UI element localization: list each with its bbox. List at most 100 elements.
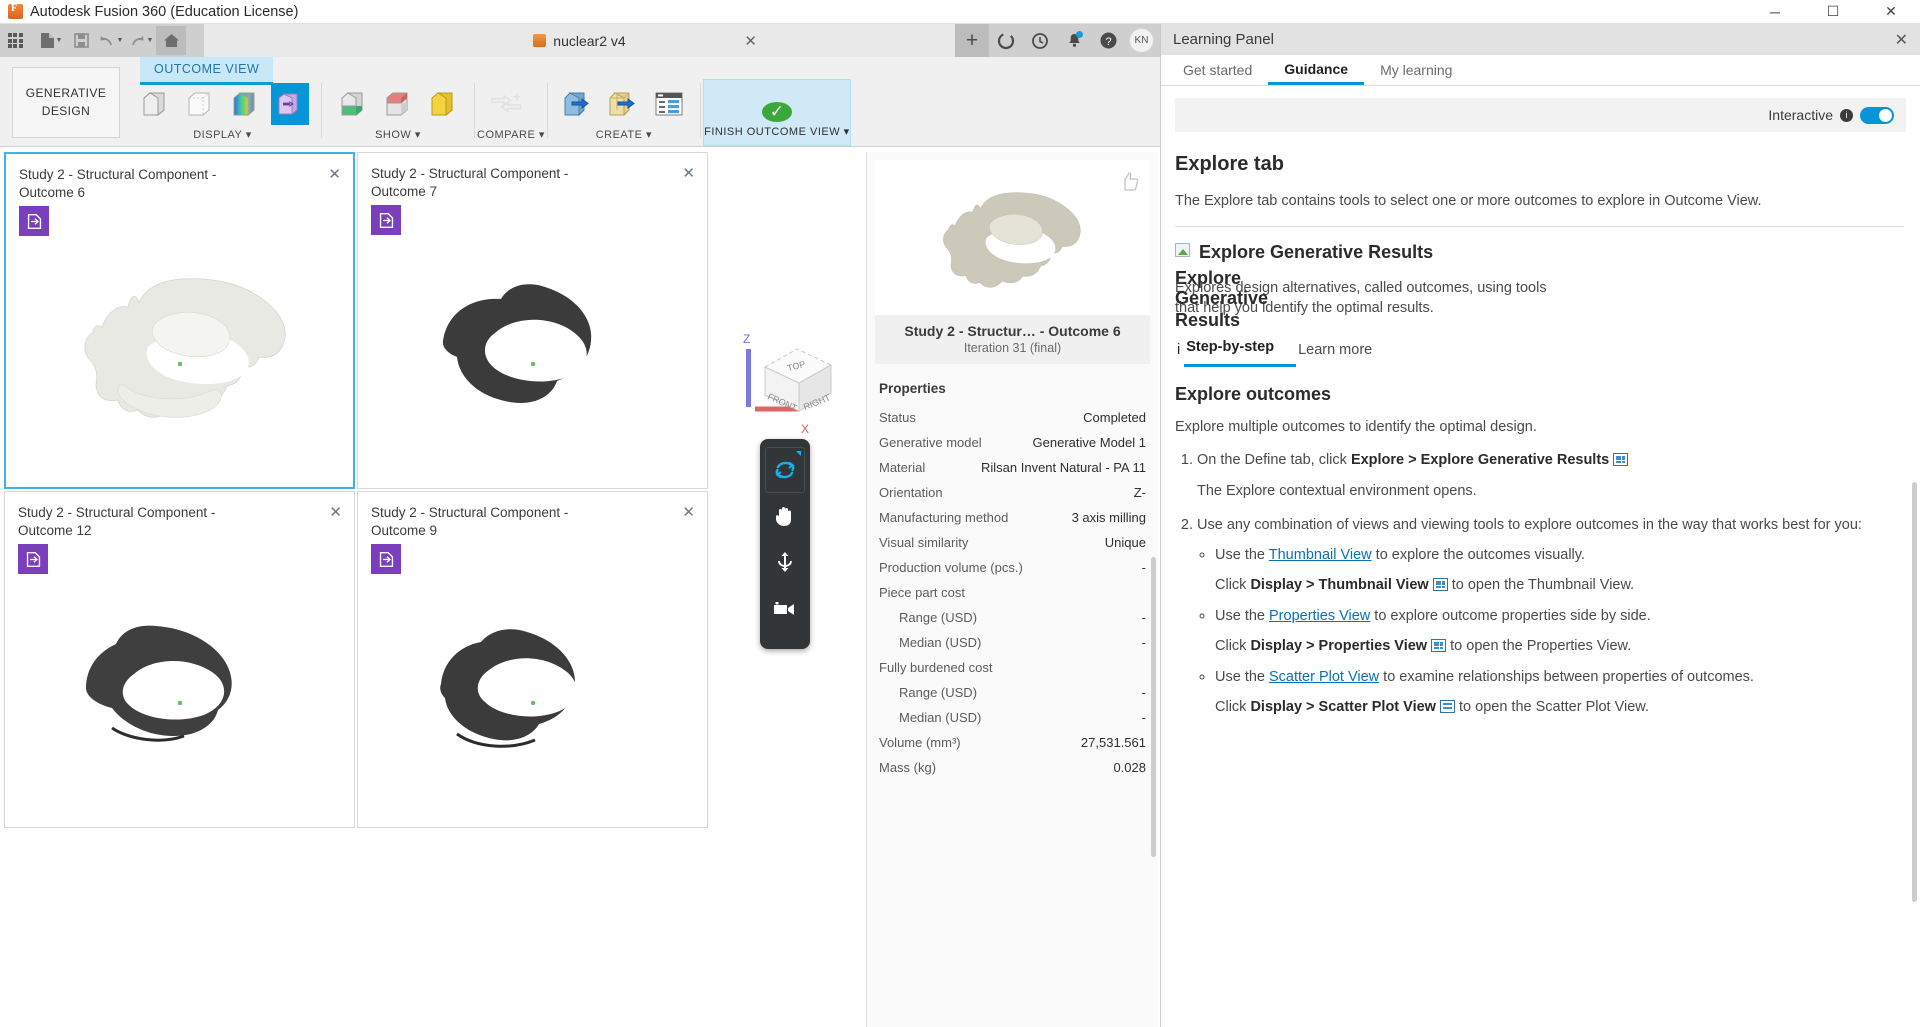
outcome-3d-preview[interactable]	[6, 240, 353, 487]
thumbnail-view-link[interactable]: Thumbnail View	[1269, 547, 1372, 563]
export-icon[interactable]	[371, 205, 401, 235]
properties-view-link[interactable]: Properties View	[1269, 608, 1370, 624]
property-key: Range (USD)	[899, 610, 978, 625]
grid-apps-icon[interactable]	[0, 26, 30, 55]
yellow-box-icon[interactable]	[424, 83, 462, 125]
notifications-icon[interactable]	[1057, 24, 1091, 57]
tab-outcome-view[interactable]: OUTCOME VIEW	[140, 57, 274, 85]
thumbs-up-icon[interactable]	[1118, 170, 1140, 198]
tab-my-learning[interactable]: My learning	[1364, 55, 1468, 85]
outcome-close-icon[interactable]: ✕	[328, 165, 341, 183]
green-white-box-icon[interactable]	[334, 83, 372, 125]
learning-panel-close-icon[interactable]: ✕	[1895, 30, 1908, 50]
property-row: Status Completed	[867, 405, 1158, 430]
property-value: 0.028	[1113, 760, 1146, 775]
redo-icon[interactable]: ▼	[126, 26, 156, 55]
property-value: -	[1141, 560, 1146, 575]
scatter-plot-view-link[interactable]: Scatter Plot View	[1269, 669, 1379, 685]
red-white-box-icon[interactable]	[379, 83, 417, 125]
workspace-selector[interactable]: GENERATIVE DESIGN	[12, 67, 120, 138]
sub-2-click-post: to open the Properties View.	[1446, 638, 1632, 655]
step-item: Use any combination of views and viewing…	[1197, 515, 1904, 718]
outcome-preview[interactable]	[875, 160, 1150, 315]
wireframe-box-icon[interactable]	[181, 83, 219, 125]
chevron-down-icon[interactable]: ▼	[147, 37, 154, 44]
shaded-box-icon[interactable]	[136, 83, 174, 125]
ribbon-group-compare-label[interactable]: COMPARE ▾	[477, 125, 545, 146]
outcome-card[interactable]: Study 2 - Structural Component - Outcome…	[4, 491, 355, 828]
green-check-icon: ✓	[761, 102, 792, 122]
outcome-card[interactable]: Study 2 - Structural Component - Outcome…	[357, 491, 708, 828]
properties-scrollbar[interactable]	[1151, 557, 1156, 857]
help-icon[interactable]: ?	[1091, 24, 1125, 57]
export-icon[interactable]	[19, 206, 49, 236]
job-status-icon[interactable]	[989, 24, 1023, 57]
recent-icon[interactable]	[1023, 24, 1057, 57]
save-icon[interactable]	[66, 26, 96, 55]
outcome-card[interactable]: Study 2 - Structural Component - Outcome…	[4, 152, 355, 489]
window-controls: ─ ☐ ✕	[1746, 0, 1920, 24]
subtab-learn-more[interactable]: Learn more	[1296, 340, 1386, 367]
minimize-button[interactable]: ─	[1746, 0, 1804, 24]
outcome-3d-preview[interactable]	[358, 578, 707, 827]
camera-icon[interactable]	[765, 585, 805, 631]
property-row: Fully burdened cost	[867, 655, 1158, 680]
ribbon-group-create-label[interactable]: CREATE ▾	[550, 125, 698, 146]
orbit-icon[interactable]	[765, 447, 805, 493]
ribbon-group-show: SHOW ▾	[324, 57, 472, 146]
app-title: Autodesk Fusion 360 (Education License)	[30, 3, 299, 20]
mesh-cube-arrow-icon[interactable]	[605, 83, 643, 125]
document-close-icon[interactable]: ✕	[744, 32, 757, 50]
zoom-icon[interactable]	[765, 539, 805, 585]
info-icon[interactable]: i	[1840, 108, 1853, 122]
learning-panel-scrollbar[interactable]	[1912, 482, 1917, 902]
new-document-icon[interactable]: ▼	[36, 26, 66, 55]
steps-list: On the Define tab, click Explore > Explo…	[1197, 450, 1904, 718]
view-cube[interactable]: Z X TOP FRONT RIGHT	[735, 327, 855, 437]
document-tab[interactable]: nuclear2 v4 ✕	[204, 24, 955, 57]
chevron-corner-icon[interactable]	[796, 451, 801, 456]
image-placeholder-icon	[1175, 243, 1190, 258]
tab-guidance[interactable]: Guidance	[1268, 55, 1365, 85]
outcome-card[interactable]: Study 2 - Structural Component - Outcome…	[357, 152, 708, 489]
pan-icon[interactable]	[765, 493, 805, 539]
chevron-down-icon[interactable]: ▼	[56, 37, 63, 44]
outcome-3d-preview[interactable]	[5, 578, 354, 827]
outcome-close-icon[interactable]: ✕	[682, 164, 695, 182]
subtab-step-by-step[interactable]: Step-by-step	[1184, 337, 1297, 368]
undo-icon[interactable]: ▼	[96, 26, 126, 55]
heatmap-box-icon[interactable]	[226, 83, 264, 125]
guidance-heading: Explore tab	[1175, 153, 1284, 175]
property-row: Mass (kg) 0.028	[867, 755, 1158, 780]
outcome-close-icon[interactable]: ✕	[329, 503, 342, 521]
outcome-close-icon[interactable]: ✕	[682, 503, 695, 521]
compare-arrows-icon	[487, 83, 525, 125]
outcome-3d-preview[interactable]	[358, 239, 707, 488]
home-icon[interactable]	[156, 26, 186, 55]
property-value: 27,531.561	[1080, 735, 1146, 750]
workspace-line1: GENERATIVE	[25, 86, 107, 101]
table-list-icon[interactable]	[650, 83, 688, 125]
ribbon-group-show-label[interactable]: SHOW ▾	[324, 125, 472, 146]
export-icon[interactable]	[371, 544, 401, 574]
interactive-toggle[interactable]	[1860, 106, 1894, 124]
close-button[interactable]: ✕	[1862, 0, 1920, 24]
sub-2-click-line: Click Display > Properties View to open …	[1215, 636, 1904, 657]
chevron-corner-icon[interactable]	[796, 617, 801, 622]
add-tab-button[interactable]: +	[955, 24, 989, 57]
outcome-title: Study 2 - Structural Component - Outcome…	[371, 505, 569, 538]
tooltip-title: Explore Generative Results	[1199, 242, 1434, 263]
export-icon[interactable]	[18, 544, 48, 574]
ribbon-group-display-label[interactable]: DISPLAY ▾	[126, 125, 319, 146]
outcome-view-icon[interactable]	[271, 83, 309, 125]
tab-get-started[interactable]: Get started	[1167, 55, 1268, 85]
finish-outcome-view-button[interactable]: ✓ FINISH OUTCOME VIEW ▾	[702, 79, 851, 146]
maximize-button[interactable]: ☐	[1804, 0, 1862, 24]
avatar[interactable]: KN	[1129, 28, 1154, 53]
chevron-down-icon[interactable]: ▼	[117, 37, 124, 44]
property-row: Range (USD) -	[867, 680, 1158, 705]
learning-panel-tabs: Get started Guidance My learning	[1161, 55, 1920, 86]
blue-cube-arrow-icon[interactable]	[560, 83, 598, 125]
properties-rows: Status Completed Generative model Generati…	[867, 405, 1158, 780]
quick-access-right: + ? KN	[955, 24, 1160, 57]
